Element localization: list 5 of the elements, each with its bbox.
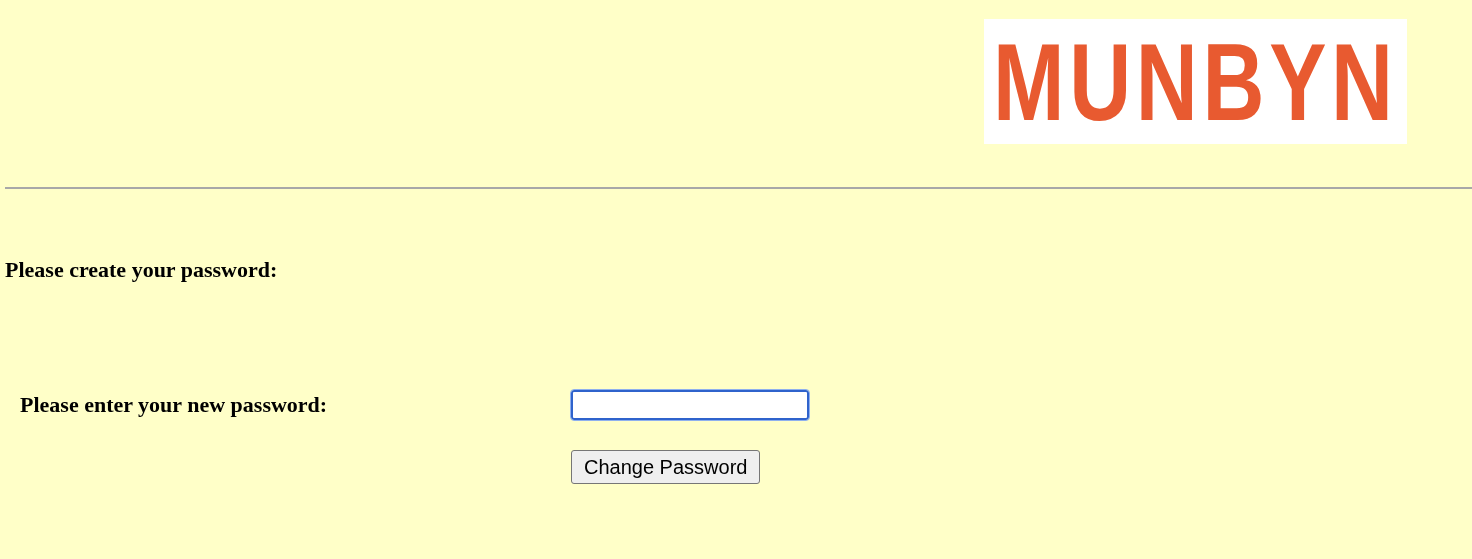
change-password-button[interactable]: Change Password [571,450,761,484]
password-field[interactable] [571,390,809,420]
heading: Please create your password: [5,257,278,283]
field-label: Please enter your new password: [20,392,329,418]
logo: MUNBYN [984,19,1407,144]
